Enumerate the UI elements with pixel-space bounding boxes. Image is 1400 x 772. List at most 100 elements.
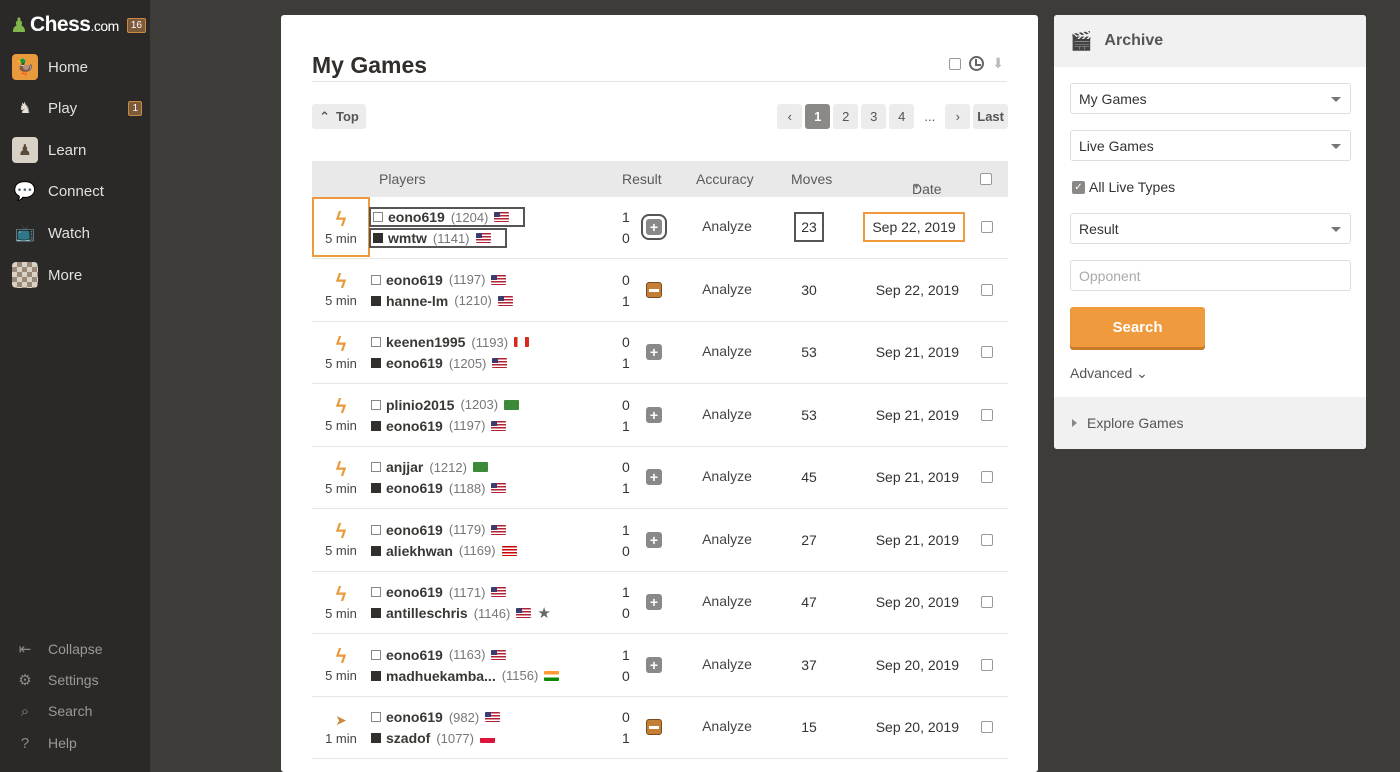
- analyze-link[interactable]: Analyze: [702, 218, 752, 234]
- black-player[interactable]: szadof (1077): [371, 728, 495, 748]
- analyze-link[interactable]: Analyze: [702, 281, 752, 297]
- table-row[interactable]: ϟ 5 min keenen1995 (1193) eono619 (1205)…: [312, 322, 1008, 384]
- row-checkbox[interactable]: [981, 221, 993, 233]
- white-player[interactable]: eono619 (1171): [371, 582, 507, 602]
- games-select[interactable]: My Games: [1070, 83, 1351, 114]
- download-icon[interactable]: ⬇: [992, 55, 1004, 72]
- row-checkbox[interactable]: [981, 721, 993, 733]
- result-select[interactable]: Result: [1070, 213, 1351, 244]
- settings-label: Settings: [48, 672, 99, 688]
- sidebar-item-learn[interactable]: ♟ Learn: [0, 130, 150, 170]
- collapse-button[interactable]: ⇤ Collapse: [0, 635, 150, 663]
- explore-games-toggle[interactable]: Explore Games: [1054, 397, 1366, 449]
- settings-button[interactable]: ⚙ Settings: [0, 666, 150, 694]
- search-button[interactable]: ⌕ Search: [0, 697, 150, 725]
- result-win-icon[interactable]: +: [646, 656, 662, 673]
- black-player[interactable]: eono619 (1197): [371, 416, 507, 436]
- black-player[interactable]: madhuekamba... (1156): [371, 666, 560, 686]
- advanced-toggle[interactable]: Advanced ⌄: [1070, 365, 1148, 382]
- blitz-icon: ϟ: [335, 271, 347, 293]
- row-checkbox[interactable]: [981, 283, 993, 296]
- sidebar-item-home[interactable]: 🦆 Home: [0, 47, 150, 87]
- prev-page-button[interactable]: ‹: [777, 104, 803, 129]
- search-submit-button[interactable]: Search: [1070, 307, 1205, 347]
- player-rating: (1156): [501, 668, 539, 683]
- game-type-select[interactable]: Live Games: [1070, 130, 1351, 161]
- last-page-button[interactable]: Last: [973, 104, 1008, 129]
- flag-icon: [494, 212, 510, 222]
- notification-badge[interactable]: 16: [126, 17, 146, 33]
- table-row[interactable]: ϟ 5 min eono619 (1204) wmtw (1141) 1 0 +…: [312, 197, 1008, 259]
- white-player[interactable]: eono619 (1179): [371, 520, 507, 540]
- analyze-link[interactable]: Analyze: [702, 406, 752, 422]
- table-row[interactable]: ➤ 1 min eono619 (982) szadof (1077) 0 1 …: [312, 697, 1008, 759]
- result-win-icon[interactable]: +: [646, 594, 662, 610]
- result-loss-icon[interactable]: ▬: [646, 281, 662, 298]
- clock-icon[interactable]: [969, 56, 985, 71]
- sidebar-item-watch[interactable]: 📺 Watch: [0, 213, 150, 253]
- time-control[interactable]: ϟ 5 min: [312, 510, 370, 570]
- row-checkbox[interactable]: [981, 533, 993, 546]
- select-checkbox[interactable]: [949, 57, 962, 70]
- table-row[interactable]: ϟ 5 min anjjar (1212) eono619 (1188) 0 1…: [312, 447, 1008, 509]
- time-control[interactable]: ϟ 5 min: [312, 385, 370, 445]
- result-win-icon[interactable]: +: [641, 214, 667, 240]
- page-3-button[interactable]: 3: [861, 104, 887, 129]
- white-player[interactable]: eono619 (1163): [371, 645, 507, 665]
- sidebar-item-more[interactable]: More: [0, 255, 150, 295]
- result-win-icon[interactable]: +: [646, 531, 662, 548]
- sidebar-item-play[interactable]: ♞ Play 1: [0, 88, 150, 128]
- black-player[interactable]: hanne-lm (1210): [371, 291, 513, 311]
- white-player[interactable]: eono619 (982): [371, 707, 501, 727]
- row-checkbox[interactable]: [981, 346, 993, 358]
- analyze-link[interactable]: Analyze: [702, 468, 752, 484]
- select-all-checkbox[interactable]: [980, 173, 992, 185]
- row-checkbox[interactable]: [981, 596, 993, 608]
- time-control[interactable]: ϟ 5 min: [312, 197, 370, 257]
- analyze-link[interactable]: Analyze: [702, 593, 752, 609]
- all-live-types-checkbox[interactable]: ✓ All Live Types: [1072, 179, 1175, 195]
- result-loss-icon[interactable]: ▬: [646, 719, 662, 735]
- opponent-input[interactable]: Opponent: [1070, 260, 1351, 291]
- result-win-icon[interactable]: +: [646, 406, 662, 423]
- white-player[interactable]: eono619 (1197): [371, 270, 507, 290]
- sidebar-item-label: More: [48, 266, 83, 284]
- black-player[interactable]: eono619 (1205): [371, 353, 508, 373]
- analyze-link[interactable]: Analyze: [702, 656, 752, 672]
- table-row[interactable]: ϟ 5 min eono619 (1171) antilleschris (11…: [312, 572, 1008, 634]
- time-control[interactable]: ➤ 1 min: [312, 697, 370, 757]
- row-checkbox[interactable]: [981, 408, 993, 421]
- page-1-button[interactable]: 1: [805, 104, 831, 129]
- time-control[interactable]: ϟ 5 min: [312, 260, 370, 320]
- result-win-icon[interactable]: +: [646, 344, 662, 360]
- white-player[interactable]: plinio2015 (1203): [371, 395, 520, 415]
- time-control[interactable]: ϟ 5 min: [312, 447, 370, 507]
- black-player[interactable]: eono619 (1188): [371, 478, 507, 498]
- time-control[interactable]: ϟ 5 min: [312, 635, 370, 695]
- analyze-link[interactable]: Analyze: [702, 343, 752, 359]
- next-page-button[interactable]: ›: [945, 104, 971, 129]
- time-control[interactable]: ϟ 5 min: [312, 572, 370, 632]
- chesscom-logo[interactable]: ♟ Chess.com 16: [10, 10, 146, 40]
- analyze-link[interactable]: Analyze: [702, 718, 752, 734]
- white-player[interactable]: eono619 (1204): [369, 207, 526, 227]
- sidebar-item-connect[interactable]: 💬 Connect: [0, 171, 150, 211]
- white-player[interactable]: anjjar (1212): [371, 457, 488, 477]
- page-2-button[interactable]: 2: [833, 104, 859, 129]
- table-row[interactable]: ϟ 5 min plinio2015 (1203) eono619 (1197)…: [312, 385, 1008, 447]
- row-checkbox[interactable]: [981, 471, 993, 483]
- result-win-icon[interactable]: +: [646, 469, 662, 485]
- table-row[interactable]: ϟ 5 min eono619 (1163) madhuekamba... (1…: [312, 635, 1008, 697]
- black-player[interactable]: aliekhwan (1169): [371, 541, 517, 561]
- white-player[interactable]: keenen1995 (1193): [371, 332, 530, 352]
- black-player[interactable]: wmtw (1141): [369, 228, 507, 248]
- help-button[interactable]: ? Help: [0, 729, 150, 757]
- table-row[interactable]: ϟ 5 min eono619 (1197) hanne-lm (1210) 0…: [312, 260, 1008, 322]
- time-control[interactable]: ϟ 5 min: [312, 322, 370, 382]
- top-button[interactable]: ⌃ Top: [312, 104, 366, 129]
- page-4-button[interactable]: 4: [889, 104, 915, 129]
- table-row[interactable]: ϟ 5 min eono619 (1179) aliekhwan (1169) …: [312, 510, 1008, 572]
- analyze-link[interactable]: Analyze: [702, 531, 752, 547]
- row-checkbox[interactable]: [981, 658, 993, 671]
- black-player[interactable]: antilleschris (1146) ★: [371, 603, 551, 623]
